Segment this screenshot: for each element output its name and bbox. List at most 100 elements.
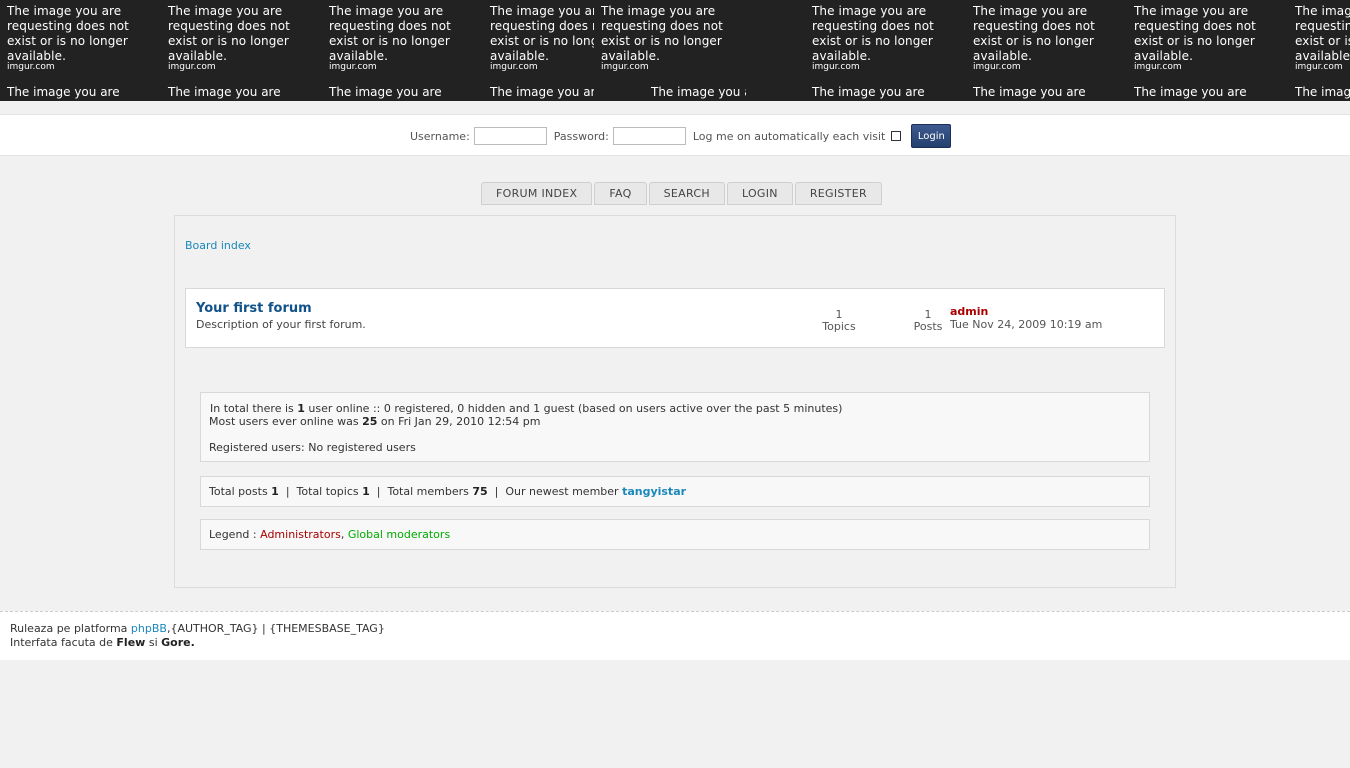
record-text: Most users ever online was	[209, 415, 363, 428]
forum-description: Description of your first forum.	[196, 318, 366, 331]
record-count: 25	[362, 415, 378, 428]
newest-member-label: Our newest member	[505, 485, 623, 498]
broken-image-message-repeat: The image you are	[812, 85, 925, 99]
broken-image-message-repeat: The image you are	[7, 85, 120, 99]
posts-label: Posts	[913, 320, 943, 333]
broken-image-site: imgur.com	[812, 62, 860, 72]
total-members-label: Total members	[387, 485, 473, 498]
broken-image-message: The image you are requesting does not ex…	[973, 4, 1095, 63]
separator: |	[494, 485, 499, 498]
newest-member-link[interactable]: tangyistar	[622, 485, 686, 498]
total-members: 75	[472, 485, 488, 498]
broken-image-site: imgur.com	[601, 62, 649, 72]
legend-label: Legend :	[209, 528, 261, 541]
online-count: 1	[297, 402, 305, 415]
registered-users: Registered users: No registered users	[209, 441, 416, 454]
broken-image-message-repeat: The image you are	[1295, 85, 1350, 99]
footer: Ruleaza pe platforma phpBB,{AUTHOR_TAG} …	[0, 611, 1350, 660]
breadcrumb-board-index[interactable]: Board index	[185, 239, 251, 252]
broken-image-message-repeat: The image you are	[490, 85, 594, 99]
posts-stat: 1 Posts	[908, 309, 948, 333]
broken-image-message-repeat: The image you are	[329, 85, 442, 99]
topics-stat: 1 Topics	[814, 309, 864, 333]
administrators-link[interactable]: Administrators	[260, 528, 341, 541]
main-nav: FORUM INDEX FAQ SEARCH LOGIN REGISTER	[481, 182, 882, 205]
broken-image-site: imgur.com	[329, 62, 377, 72]
separator: |	[376, 485, 381, 498]
broken-image-tile: The image you are requesting does not ex…	[1127, 0, 1288, 101]
broken-image-message: The image you are requesting does not ex…	[329, 4, 451, 63]
broken-image-message: The image you are requesting does not ex…	[812, 4, 934, 63]
broken-image-tile: The image you are requesting does not ex…	[966, 0, 1127, 101]
broken-image-site: imgur.com	[490, 62, 538, 72]
broken-image-tile: The image you are requesting does not ex…	[594, 0, 746, 101]
tab-register[interactable]: REGISTER	[794, 182, 882, 205]
online-summary: In total there is 1 user online :: 0 reg…	[209, 402, 1141, 415]
footer-text: ,{AUTHOR_TAG} | {THEMESBASE_TAG}	[166, 622, 385, 635]
total-posts-label: Total posts	[209, 485, 272, 498]
broken-image-tile: The image you are requesting does not ex…	[746, 0, 805, 101]
broken-image-message-repeat: The image you are	[973, 85, 1086, 99]
login-button[interactable]: Login	[911, 124, 952, 148]
tab-login[interactable]: LOGIN	[726, 182, 793, 205]
legend-comma: ,	[340, 528, 345, 541]
phpbb-link[interactable]: phpBB	[131, 622, 167, 635]
broken-image-tile: The image you are requesting does not ex…	[805, 0, 966, 101]
login-form: Username: Password: Log me on automatica…	[410, 124, 952, 148]
broken-image-message: The image you are requesting does not ex…	[490, 4, 594, 63]
footer-credits: Ruleaza pe platforma phpBB,{AUTHOR_TAG} …	[10, 622, 1340, 636]
broken-image-message: The image you are requesting does not ex…	[1295, 4, 1350, 63]
autologin-label: Log me on automatically each visit	[692, 129, 886, 143]
who-is-online-box: In total there is 1 user online :: 0 reg…	[200, 392, 1150, 462]
autologin-checkbox[interactable]	[891, 131, 902, 141]
broken-image-message-repeat: The image you are	[1134, 85, 1247, 99]
legend-box: Legend : Administrators, Global moderato…	[200, 519, 1150, 550]
login-bar: Username: Password: Log me on automatica…	[0, 114, 1350, 156]
username-input[interactable]	[473, 127, 547, 145]
last-post-time: Tue Nov 24, 2009 10:19 am	[950, 318, 1103, 331]
forum-row: Your first forum Description of your fir…	[185, 288, 1165, 348]
tab-search[interactable]: SEARCH	[648, 182, 725, 205]
record-online: Most users ever online was 25 on Fri Jan…	[209, 415, 1141, 428]
online-text: In total there is	[210, 402, 298, 415]
forum-title-link[interactable]: Your first forum	[196, 301, 312, 316]
record-text: on Fri Jan 29, 2010 12:54 pm	[377, 415, 541, 428]
broken-image-message-repeat: The image you are	[651, 85, 746, 99]
broken-image-message: The image you are requesting does not ex…	[168, 4, 290, 63]
broken-image-message: The image you are requesting does not ex…	[1134, 4, 1256, 63]
username-label: Username:	[410, 129, 470, 143]
broken-image-tile: The image you are requesting does not ex…	[161, 0, 322, 101]
broken-image-message: The image you are requesting does not ex…	[601, 4, 723, 63]
broken-image-tile: The image you are requesting does not ex…	[322, 0, 483, 101]
total-topics: 1	[362, 485, 370, 498]
password-label: Password:	[553, 129, 609, 143]
global-moderators-link[interactable]: Global moderators	[348, 528, 450, 541]
total-posts: 1	[271, 485, 279, 498]
total-topics-label: Total topics	[296, 485, 363, 498]
footer-text: Ruleaza pe platforma	[10, 622, 131, 635]
last-post-author-link[interactable]: admin	[950, 305, 988, 318]
online-text: user online :: 0 registered, 0 hidden an…	[304, 402, 843, 415]
tab-forum-index[interactable]: FORUM INDEX	[481, 182, 593, 205]
broken-image-site: imgur.com	[7, 62, 55, 72]
broken-image-tile: The image you are requesting does not ex…	[1288, 0, 1350, 101]
password-input[interactable]	[612, 127, 686, 145]
separator: |	[285, 485, 290, 498]
broken-image-site: imgur.com	[1134, 62, 1182, 72]
broken-image-message: The image you are requesting does not ex…	[746, 4, 758, 64]
broken-image-site: imgur.com	[973, 62, 1021, 72]
last-post: admin Tue Nov 24, 2009 10:19 am	[950, 305, 1102, 331]
tab-faq[interactable]: FAQ	[594, 182, 647, 205]
broken-image-message-repeat: The image you are	[168, 85, 281, 99]
footer-text: Interfata facuta de	[10, 636, 117, 649]
footer-text: si	[145, 636, 162, 649]
statistics-box: Total posts 1 | Total topics 1 | Total membe…	[200, 476, 1150, 507]
broken-image-tile: The image you are requesting does not ex…	[483, 0, 594, 101]
broken-image-site: imgur.com	[1295, 62, 1343, 72]
main-panel: Board index Your first forum Description…	[174, 215, 1176, 588]
topics-label: Topics	[822, 320, 856, 333]
broken-image-message: The image you are requesting does not ex…	[7, 4, 129, 63]
designer-name: Flew	[116, 636, 146, 649]
header-banner: The image you are requesting does not ex…	[0, 0, 1350, 101]
broken-image-tile: The image you are requesting does not ex…	[0, 0, 161, 101]
